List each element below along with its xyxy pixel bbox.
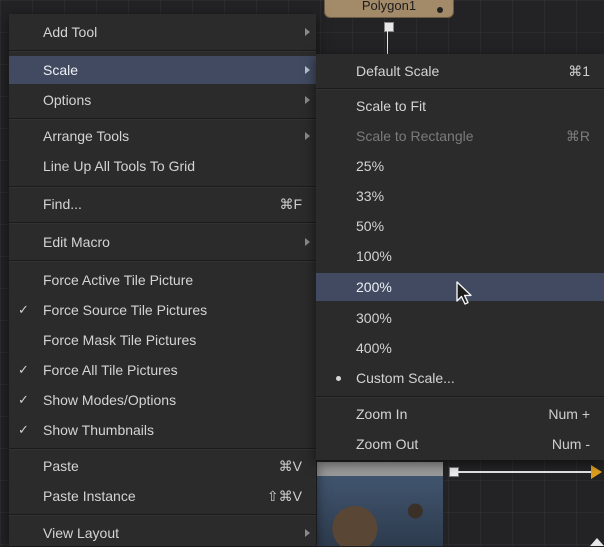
- menu-item-label: Default Scale: [356, 63, 440, 79]
- menu-item-label: Line Up All Tools To Grid: [43, 158, 196, 174]
- mouse-pointer-icon: [456, 281, 472, 305]
- menu-separator: [316, 396, 604, 398]
- bullet-icon: [336, 376, 341, 381]
- menu-item-scale-33[interactable]: 33%: [316, 182, 604, 210]
- menu-item-scale-to-rectangle: Scale to Rectangle ⌘R: [316, 122, 604, 150]
- menu-separator: [9, 118, 316, 120]
- menu-item-zoom-out[interactable]: Zoom Out Num -: [316, 430, 604, 458]
- menu-item-label: 100%: [356, 248, 392, 264]
- tool-thumbnail-node[interactable]: [317, 462, 443, 546]
- menu-item-label: Edit Macro: [43, 234, 110, 250]
- menu-item-edit-macro[interactable]: Edit Macro: [9, 228, 316, 256]
- link-arrow-icon: [591, 465, 602, 479]
- menu-item-label: Find...: [43, 196, 82, 212]
- menu-item-label: Arrange Tools: [43, 128, 130, 144]
- menu-item-label: Options: [43, 92, 92, 108]
- menu-item-options[interactable]: Options: [9, 86, 316, 114]
- menu-shortcut: Num -: [551, 436, 590, 452]
- menu-separator: [9, 186, 316, 188]
- menu-item-show-thumbnails[interactable]: ✓ Show Thumbnails: [9, 416, 316, 444]
- submenu-arrow-icon: [305, 28, 310, 36]
- menu-item-label: Scale: [43, 62, 79, 78]
- menu-item-scale-400[interactable]: 400%: [316, 334, 604, 362]
- menu-item-label: 200%: [356, 279, 392, 295]
- menu-shortcut: ⌘F: [279, 196, 302, 212]
- context-menu: Add Tool Scale Options Arrange Tools Lin…: [9, 14, 316, 546]
- menu-item-label: Force Source Tile Pictures: [43, 302, 208, 318]
- menu-item-label: Add Tool: [43, 24, 98, 40]
- menu-item-force-all-tile[interactable]: ✓ Force All Tile Pictures: [9, 356, 316, 384]
- menu-separator: [9, 50, 316, 52]
- menu-item-label: View Layout: [43, 525, 120, 541]
- menu-item-zoom-in[interactable]: Zoom In Num +: [316, 400, 604, 428]
- menu-item-scale-50[interactable]: 50%: [316, 212, 604, 240]
- menu-item-label: 400%: [356, 340, 392, 356]
- menu-separator: [9, 222, 316, 224]
- menu-item-scale[interactable]: Scale: [9, 56, 316, 84]
- menu-item-label: Paste Instance: [43, 488, 136, 504]
- menu-item-paste[interactable]: Paste ⌘V: [9, 452, 316, 480]
- menu-shortcut: Num +: [548, 406, 590, 422]
- menu-item-paste-instance[interactable]: Paste Instance ⇧⌘V: [9, 482, 316, 510]
- menu-item-show-modes[interactable]: ✓ Show Modes/Options: [9, 386, 316, 414]
- menu-item-label: Zoom Out: [356, 436, 419, 452]
- node-dot: [437, 7, 443, 13]
- menu-item-label: 25%: [356, 158, 385, 174]
- menu-item-line-up-tools[interactable]: Line Up All Tools To Grid: [9, 152, 316, 180]
- menu-shortcut: ⌘1: [568, 63, 590, 79]
- menu-item-label: Show Modes/Options: [43, 392, 177, 408]
- submenu-arrow-icon: [305, 96, 310, 104]
- menu-item-arrange-tools[interactable]: Arrange Tools: [9, 122, 316, 150]
- menu-item-force-source-tile[interactable]: ✓ Force Source Tile Pictures: [9, 296, 316, 324]
- menu-separator: [9, 514, 316, 516]
- menu-separator: [9, 260, 316, 262]
- menu-item-label: Custom Scale...: [356, 370, 455, 386]
- output-pin[interactable]: [384, 22, 394, 32]
- menu-item-label: Force All Tile Pictures: [43, 362, 178, 378]
- thumbnail-image: [317, 476, 443, 546]
- checkmark-icon: ✓: [18, 302, 29, 317]
- submenu-arrow-icon: [305, 66, 310, 74]
- menu-shortcut: ⌘V: [278, 458, 302, 474]
- checkmark-icon: ✓: [18, 392, 29, 407]
- menu-item-label: 300%: [356, 310, 392, 326]
- menu-item-force-active-tile[interactable]: Force Active Tile Picture: [9, 266, 316, 294]
- menu-item-label: Paste: [43, 458, 79, 474]
- menu-item-scale-100[interactable]: 100%: [316, 242, 604, 270]
- menu-item-add-tool[interactable]: Add Tool: [9, 18, 316, 46]
- node-link: [458, 471, 594, 473]
- scale-submenu: Default Scale ⌘1 Scale to Fit Scale to R…: [316, 54, 604, 460]
- menu-item-label: Show Thumbnails: [43, 422, 155, 438]
- menu-item-label: Force Active Tile Picture: [43, 272, 194, 288]
- menu-item-label: Zoom In: [356, 406, 408, 422]
- menu-item-label: 50%: [356, 218, 385, 234]
- menu-item-label: Force Mask Tile Pictures: [43, 332, 197, 348]
- menu-separator: [316, 88, 604, 90]
- menu-item-label: Scale to Fit: [356, 98, 427, 114]
- menu-item-view-layout[interactable]: View Layout: [9, 519, 316, 547]
- submenu-arrow-icon: [305, 529, 310, 537]
- thumbnail-header: [317, 462, 443, 476]
- node-link: [387, 30, 388, 54]
- menu-item-label: 33%: [356, 188, 385, 204]
- menu-shortcut: ⇧⌘V: [266, 488, 302, 504]
- menu-item-scale-25[interactable]: 25%: [316, 152, 604, 180]
- menu-item-default-scale[interactable]: Default Scale ⌘1: [316, 57, 604, 85]
- menu-item-label: Scale to Rectangle: [356, 128, 474, 144]
- menu-item-find[interactable]: Find... ⌘F: [9, 190, 316, 218]
- menu-shortcut: ⌘R: [565, 128, 590, 144]
- submenu-arrow-icon: [305, 238, 310, 246]
- polygon-node[interactable]: Polygon1: [324, 0, 454, 18]
- menu-item-force-mask-tile[interactable]: Force Mask Tile Pictures: [9, 326, 316, 354]
- submenu-arrow-icon: [305, 132, 310, 140]
- menu-item-custom-scale[interactable]: Custom Scale...: [316, 364, 604, 392]
- menu-separator: [9, 448, 316, 450]
- scroll-arrow-icon[interactable]: [590, 538, 604, 546]
- menu-item-scale-300[interactable]: 300%: [316, 304, 604, 332]
- checkmark-icon: ✓: [18, 422, 29, 437]
- menu-item-scale-to-fit[interactable]: Scale to Fit: [316, 92, 604, 120]
- checkmark-icon: ✓: [18, 362, 29, 377]
- polygon-node-label: Polygon1: [361, 0, 417, 13]
